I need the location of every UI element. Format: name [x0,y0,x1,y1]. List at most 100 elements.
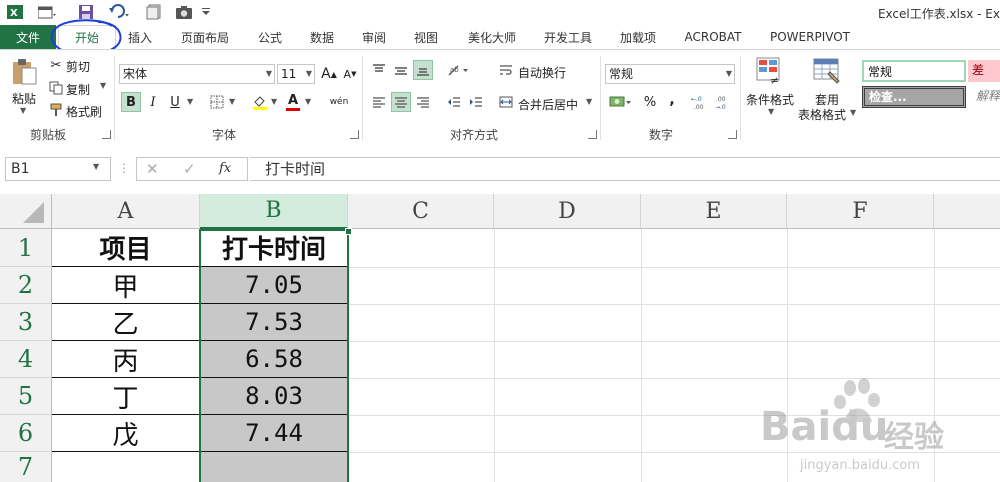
tab-view[interactable]: 视图 [406,25,446,49]
border-dropdown-icon[interactable]: ▼ [229,97,235,106]
comma-button[interactable]: , [662,90,682,110]
tab-beautify-master[interactable]: 美化大师 [460,25,524,49]
cancel-icon[interactable]: ✕ [146,160,159,178]
format-painter-icon[interactable] [46,100,66,120]
column-header-f[interactable]: F [787,194,934,229]
row-header-5[interactable]: 5 [0,378,52,415]
column-header-b[interactable]: B [200,194,348,229]
align-middle-icon[interactable] [391,60,411,80]
underline-dropdown-icon[interactable]: ▼ [187,97,193,106]
scissors-icon[interactable]: ✂ [46,55,66,75]
conditional-format-icon[interactable]: ≠ [755,56,785,87]
clipboard-launcher-icon[interactable] [102,130,111,139]
decrease-indent-icon[interactable] [444,92,464,112]
insert-function-button[interactable]: fx [219,161,231,176]
merge-dropdown-icon[interactable]: ▼ [586,97,592,106]
tab-review[interactable]: 审阅 [354,25,394,49]
select-all-corner[interactable] [0,194,52,229]
align-left-icon[interactable] [369,92,389,112]
column-header-g[interactable] [934,194,1000,229]
align-top-icon[interactable] [369,60,389,80]
format-as-table-icon[interactable] [812,56,842,86]
paste-button[interactable]: 粘贴 [12,90,36,107]
fill-handle[interactable] [345,228,352,235]
font-launcher-icon[interactable] [350,130,359,139]
merge-center-button[interactable]: 合并后居中 [518,96,578,113]
cut-button[interactable]: 剪切 [66,58,90,75]
conditional-format-dropdown-icon[interactable]: ▼ [768,107,774,116]
underline-button[interactable]: U [165,92,185,112]
style-normal[interactable]: 常规 [862,60,966,82]
tab-page-layout[interactable]: 页面布局 [173,25,237,49]
row-header-2[interactable]: 2 [0,267,52,304]
merge-center-icon[interactable] [496,92,516,112]
cell-a4[interactable]: 丙 [52,341,200,378]
percent-button[interactable]: % [640,92,660,112]
row-header-1[interactable]: 1 [0,229,52,267]
conditional-format-button[interactable]: 条件格式 [746,91,794,108]
decrease-decimal-icon[interactable]: .00 →.0 [714,92,736,112]
sheet-icon[interactable] [144,3,164,21]
formula-input[interactable]: 打卡时间 [250,157,1000,181]
align-right-icon[interactable] [413,92,433,112]
row-header-7[interactable]: 7 [0,452,52,482]
name-box-dropdown-icon[interactable]: ▼ [93,162,99,171]
paste-dropdown-icon[interactable]: ▼ [20,106,26,115]
increase-indent-icon[interactable] [466,92,486,112]
tab-developer[interactable]: 开发工具 [536,25,600,49]
border-icon[interactable] [207,92,227,112]
format-as-table-button[interactable]: 表格格式 [798,106,846,123]
font-name-select[interactable]: 宋体 ▼ [119,64,275,84]
cell-a5[interactable]: 丁 [52,378,200,415]
tab-powerpivot[interactable]: POWERPIVOT [764,25,856,49]
number-launcher-icon[interactable] [728,130,737,139]
row-header-3[interactable]: 3 [0,304,52,341]
format-as-table-dropdown-icon[interactable]: ▼ [850,108,856,117]
copy-button[interactable]: 复制 [66,81,90,98]
number-format-select[interactable]: 常规 ▼ [605,64,735,84]
tab-data[interactable]: 数据 [302,25,342,49]
camera-icon[interactable] [174,3,194,21]
customize-quick-access-icon[interactable] [200,3,212,21]
format-painter-button[interactable]: 格式刷 [66,103,102,120]
font-color-button[interactable]: A [283,92,303,112]
fill-color-dropdown-icon[interactable]: ▼ [271,97,277,106]
style-bad[interactable]: 差 [968,60,1000,82]
paste-icon[interactable] [10,58,40,86]
cell-a2[interactable]: 甲 [52,267,200,304]
wrap-text-icon[interactable] [496,60,516,80]
shrink-font-button[interactable]: A ▼ [340,64,360,84]
bold-button[interactable]: B [121,92,141,112]
row-header-6[interactable]: 6 [0,415,52,452]
cell-a1[interactable]: 项目 [52,229,200,267]
font-size-select[interactable]: 11 ▼ [277,64,315,84]
phonetic-button[interactable]: wén [326,92,352,112]
currency-icon[interactable] [607,92,635,112]
column-header-c[interactable]: C [348,194,494,229]
style-explanatory[interactable]: 解释 [972,86,1000,108]
orientation-icon[interactable]: ab [444,60,472,80]
tab-add-ins[interactable]: 加载项 [612,25,664,49]
enter-icon[interactable]: ✓ [183,160,196,178]
fill-color-icon[interactable] [250,92,270,112]
cell-a3[interactable]: 乙 [52,304,200,341]
copy-dropdown-icon[interactable]: ▼ [100,81,106,90]
increase-decimal-icon[interactable]: ←.0.00 [690,92,712,112]
grow-font-button[interactable]: A ▲ [319,64,339,84]
style-check-cell[interactable]: 检查... [862,86,966,108]
align-bottom-icon[interactable] [413,60,433,80]
font-color-dropdown-icon[interactable]: ▼ [305,97,311,106]
row-header-4[interactable]: 4 [0,341,52,378]
tab-formulas[interactable]: 公式 [250,25,290,49]
column-header-e[interactable]: E [641,194,787,229]
cell-a7[interactable] [52,452,200,482]
alignment-launcher-icon[interactable] [588,130,597,139]
tab-acrobat[interactable]: ACROBAT [678,25,748,49]
cell-a6[interactable]: 戊 [52,415,200,452]
italic-button[interactable]: I [143,92,163,112]
column-header-d[interactable]: D [494,194,641,229]
align-center-icon[interactable] [391,92,411,112]
column-header-a[interactable]: A [52,194,200,229]
wrap-text-button[interactable]: 自动换行 [518,64,566,81]
copy-icon[interactable] [46,78,66,98]
